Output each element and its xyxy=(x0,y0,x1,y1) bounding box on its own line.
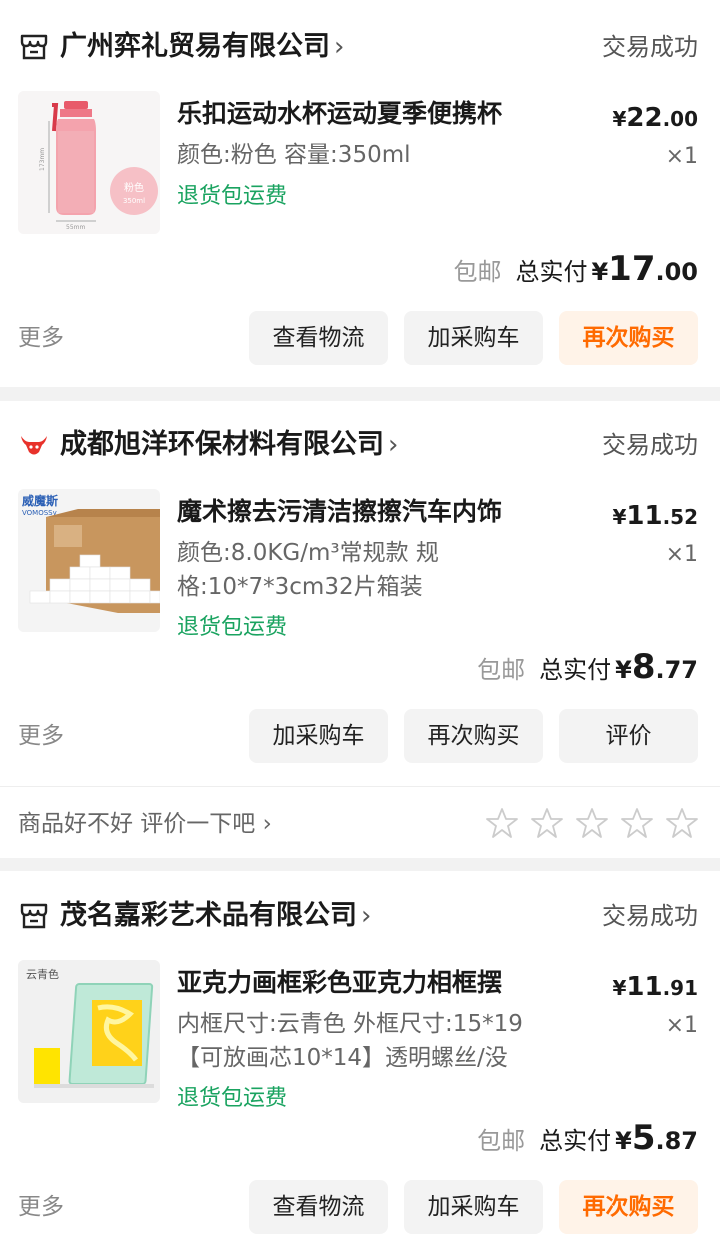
order-total: 包邮 总实付 ¥8.77 xyxy=(477,647,698,687)
unit-price: ¥11.52 xyxy=(612,501,698,531)
view-logistics-button[interactable]: 查看物流 xyxy=(249,1180,388,1234)
order-status: 交易成功 xyxy=(602,33,698,61)
buy-again-button[interactable]: 再次购买 xyxy=(559,1180,698,1234)
svg-text:云青色: 云青色 xyxy=(26,967,59,981)
return-shipping-tag: 退货包运费 xyxy=(177,615,288,640)
bull-logo-icon xyxy=(21,436,47,455)
order-card: 广州弈礼贸易有限公司 › 交易成功 173mm 55mm 粉色 350ml 乐扣运… xyxy=(0,0,720,387)
add-to-purchase-cart-button[interactable]: 加采购车 xyxy=(404,311,543,365)
product-spec: 内框尺寸:云青色 外框尺寸:15*19 xyxy=(177,1011,523,1037)
svg-text:粉色: 粉色 xyxy=(124,181,144,194)
shop-name-link[interactable]: 广州弈礼贸易有限公司 › xyxy=(60,30,344,64)
product-title[interactable]: 魔术擦去污清洁擦擦汽车内饰 xyxy=(177,495,502,529)
unit-price: ¥22.00 xyxy=(612,103,698,133)
svg-text:173mm: 173mm xyxy=(39,148,46,171)
order-total: 包邮 总实付 ¥5.87 xyxy=(477,1118,698,1158)
svg-text:威魔斯: 威魔斯 xyxy=(22,493,58,508)
quantity: ×1 xyxy=(665,1013,698,1038)
more-button[interactable]: 更多 xyxy=(18,311,64,365)
add-to-purchase-cart-button[interactable]: 加采购车 xyxy=(249,709,388,763)
rate-prompt-link[interactable]: 商品好不好 评价一下吧 › xyxy=(18,807,272,841)
svg-text:55mm: 55mm xyxy=(66,224,85,231)
free-shipping-label: 包邮 xyxy=(477,656,526,684)
review-button[interactable]: 评价 xyxy=(559,709,698,763)
star-outline-icon[interactable] xyxy=(575,806,609,840)
svg-text:350ml: 350ml xyxy=(123,197,145,205)
product-thumbnail[interactable]: 173mm 55mm 粉色 350ml xyxy=(18,91,160,234)
buy-again-button[interactable]: 再次购买 xyxy=(559,311,698,365)
buy-again-button[interactable]: 再次购买 xyxy=(404,709,543,763)
order-card: 成都旭洋环保材料有限公司 › 交易成功 威魔斯 VOMOSSy 魔术擦去污清洁擦擦… xyxy=(0,401,720,858)
store-icon xyxy=(20,903,48,929)
add-to-purchase-cart-button[interactable]: 加采购车 xyxy=(404,1180,543,1234)
product-title[interactable]: 乐扣运动水杯运动夏季便携杯 xyxy=(177,97,502,131)
product-title[interactable]: 亚克力画框彩色亚克力相框摆 xyxy=(177,966,502,1000)
order-total: 包邮 总实付 ¥17.00 xyxy=(453,249,698,289)
chevron-right-icon: › xyxy=(334,32,345,62)
star-outline-icon[interactable] xyxy=(620,806,654,840)
free-shipping-label: 包邮 xyxy=(477,1127,526,1155)
chevron-right-icon: › xyxy=(388,430,399,460)
quantity: ×1 xyxy=(665,144,698,169)
star-outline-icon[interactable] xyxy=(665,806,699,840)
shop-name-link[interactable]: 成都旭洋环保材料有限公司 › xyxy=(60,428,398,462)
free-shipping-label: 包邮 xyxy=(453,258,502,286)
unit-price: ¥11.91 xyxy=(612,972,698,1002)
order-status: 交易成功 xyxy=(602,431,698,459)
product-spec-line2: 格:10*7*3cm32片箱装 xyxy=(177,574,423,600)
product-spec: 颜色:8.0KG/m³常规款 规 xyxy=(177,540,439,566)
star-rating xyxy=(485,806,699,842)
product-thumbnail[interactable]: 威魔斯 VOMOSSy xyxy=(18,489,160,632)
product-thumbnail[interactable]: 云青色 xyxy=(18,960,160,1103)
star-outline-icon[interactable] xyxy=(530,806,564,840)
return-shipping-tag: 退货包运费 xyxy=(177,184,288,209)
more-button[interactable]: 更多 xyxy=(18,1180,64,1234)
order-status: 交易成功 xyxy=(602,902,698,930)
more-button[interactable]: 更多 xyxy=(18,709,64,763)
product-spec-line2: 【可放画芯10*14】透明螺丝/没 xyxy=(177,1045,508,1071)
chevron-right-icon: › xyxy=(361,901,372,931)
order-card: 茂名嘉彩艺术品有限公司 › 交易成功 云青色 亚克力画框彩色亚克力相框摆 内框尺寸… xyxy=(0,871,720,1257)
view-logistics-button[interactable]: 查看物流 xyxy=(249,311,388,365)
star-outline-icon[interactable] xyxy=(485,806,519,840)
store-icon xyxy=(20,34,48,60)
divider xyxy=(0,786,720,787)
quantity: ×1 xyxy=(665,542,698,567)
shop-name-link[interactable]: 茂名嘉彩艺术品有限公司 › xyxy=(60,899,371,933)
return-shipping-tag: 退货包运费 xyxy=(177,1086,288,1111)
product-spec: 颜色:粉色 容量:350ml xyxy=(177,142,411,168)
